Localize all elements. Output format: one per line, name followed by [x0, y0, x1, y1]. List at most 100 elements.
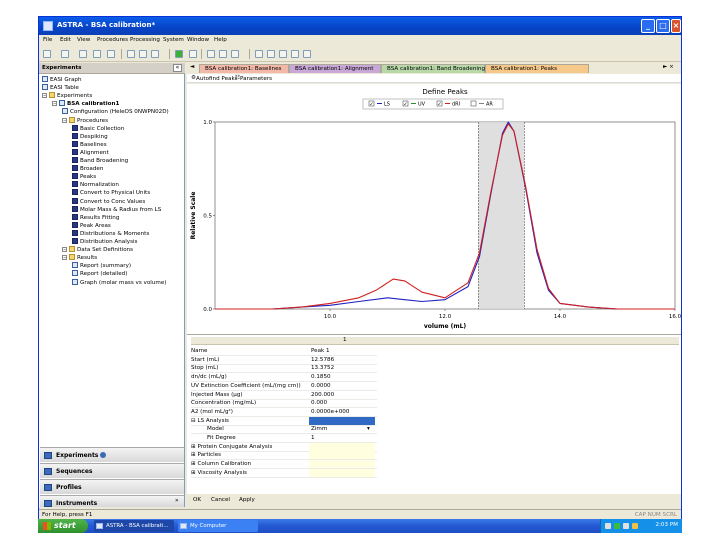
- nav-profiles-button[interactable]: Profiles: [40, 479, 184, 494]
- tab-peaks[interactable]: BSA calibration1: Peaks: [485, 64, 589, 73]
- play-icon[interactable]: [207, 50, 215, 58]
- tab-baselines[interactable]: BSA calibration1: Baselines: [199, 64, 289, 73]
- tab-scroll-left[interactable]: ◄: [190, 64, 194, 70]
- save-icon[interactable]: [79, 50, 87, 58]
- chevron-down-icon[interactable]: ▾: [367, 425, 370, 433]
- ok-button[interactable]: OK: [193, 497, 201, 503]
- menu-edit[interactable]: Edit: [60, 37, 71, 43]
- tree-item[interactable]: Configuration (HeleOS 0NWPN02D): [62, 108, 169, 116]
- network-icon[interactable]: [605, 523, 611, 529]
- grid-row-value[interactable]: 0.1850: [309, 373, 375, 381]
- grid-row-value[interactable]: 0.0000: [309, 382, 375, 390]
- menu-file[interactable]: File: [43, 37, 52, 43]
- paste-icon[interactable]: [151, 50, 159, 58]
- tree-item[interactable]: Alignment: [72, 148, 109, 157]
- zoom-icon[interactable]: [267, 50, 275, 58]
- tree-item[interactable]: Molar Mass & Radius from LS: [72, 205, 161, 214]
- nav-sequences-button[interactable]: Sequences: [40, 463, 184, 478]
- pause-icon[interactable]: [219, 50, 227, 58]
- tree-item[interactable]: Normalization: [72, 181, 119, 189]
- security-icon[interactable]: [614, 523, 620, 529]
- grid-row-value[interactable]: [309, 442, 375, 451]
- tab-close[interactable]: ► ×: [663, 64, 674, 70]
- tab-alignment[interactable]: BSA calibration1: Alignment: [289, 64, 381, 73]
- cut-icon[interactable]: [127, 50, 135, 58]
- grid-row-value[interactable]: Zimm: [309, 425, 375, 433]
- tree-item[interactable]: Despiking: [72, 132, 108, 141]
- grid-row-value[interactable]: 12.5786: [309, 356, 375, 364]
- grid-row-value[interactable]: 1: [309, 434, 375, 442]
- tree-item[interactable]: Broaden: [72, 165, 103, 173]
- minimize-button[interactable]: _: [641, 19, 655, 33]
- new-icon[interactable]: [43, 50, 51, 58]
- nav-experiments-button[interactable]: Experiments: [40, 447, 184, 462]
- grid-row-value[interactable]: 0.000: [309, 399, 375, 407]
- maximize-button[interactable]: □: [656, 19, 670, 33]
- tree-item[interactable]: Convert to Physical Units: [72, 189, 150, 197]
- tree-item[interactable]: − Data Set Definitions: [62, 246, 133, 254]
- menu-procedures[interactable]: Procedures: [97, 37, 128, 43]
- collapse-panel-button[interactable]: «: [173, 64, 182, 72]
- tree-item[interactable]: − Experiments: [42, 92, 92, 100]
- tree-item[interactable]: − BSA calibration1: [52, 100, 119, 108]
- tab-band-broadening[interactable]: BSA calibration1: Band Broadening: [381, 64, 485, 73]
- tree-item[interactable]: Report (summary): [72, 262, 131, 270]
- more-nav-button[interactable]: »: [175, 497, 179, 504]
- tree-item[interactable]: Distribution Analysis: [72, 238, 137, 246]
- expand-toggle-icon[interactable]: −: [62, 255, 67, 261]
- open-icon[interactable]: [61, 50, 69, 58]
- update-icon[interactable]: [632, 523, 638, 529]
- expand-toggle-icon[interactable]: −: [52, 101, 57, 107]
- grid-row-value[interactable]: [309, 451, 375, 460]
- cancel-button[interactable]: Cancel: [211, 497, 230, 503]
- menu-system[interactable]: System: [163, 37, 184, 43]
- apply-button[interactable]: Apply: [239, 497, 255, 503]
- print-preview-icon[interactable]: [107, 50, 115, 58]
- volume-icon[interactable]: [623, 523, 629, 529]
- subtab-parameters[interactable]: ☷ Parameters: [235, 75, 272, 82]
- crosshair-icon[interactable]: [303, 50, 311, 58]
- grid-row-value[interactable]: 200.000: [309, 391, 375, 399]
- tree-item[interactable]: Graph (molar mass vs volume): [72, 278, 166, 287]
- grid-row-value[interactable]: [309, 416, 375, 425]
- tree-item[interactable]: EASI Graph: [42, 76, 82, 84]
- tree-item[interactable]: EASI Table: [42, 84, 79, 92]
- grid-row-value[interactable]: Peak 1: [309, 347, 375, 355]
- define-peaks-chart[interactable]: Define Peaks ✓ LS ✓ UV ✓ dRI AR 0.0 0.5 1.0 10.0 12.…: [187, 84, 681, 334]
- nav-instruments-button[interactable]: Instruments: [40, 495, 184, 507]
- tree-item[interactable]: Band Broadening: [72, 157, 128, 165]
- subtab-autofind-peaks[interactable]: ⚙ Autofind Peaks: [191, 75, 238, 82]
- grid-row-value[interactable]: [309, 468, 375, 477]
- tree-item[interactable]: Peaks: [72, 173, 96, 181]
- tree-item[interactable]: Convert to Conc Values: [72, 197, 145, 206]
- task-my-computer[interactable]: My Computer: [178, 520, 258, 532]
- chart-svg[interactable]: Define Peaks ✓ LS ✓ UV ✓ dRI AR 0.0 0.5 1.0 10.0 12.…: [187, 84, 681, 334]
- menu-view[interactable]: View: [77, 37, 90, 43]
- stop-icon[interactable]: [231, 50, 239, 58]
- menu-window[interactable]: Window: [187, 37, 209, 43]
- print-icon[interactable]: [93, 50, 101, 58]
- zoom-in-icon[interactable]: [279, 50, 287, 58]
- tree-item[interactable]: Distributions & Moments: [72, 229, 149, 238]
- tree-item[interactable]: Peak Areas: [72, 221, 111, 230]
- run-icon[interactable]: [175, 50, 183, 58]
- tree-item[interactable]: − Procedures: [62, 116, 108, 125]
- tree-item[interactable]: Report (detailed): [72, 270, 127, 278]
- graph-tool-icon[interactable]: [255, 50, 263, 58]
- expand-toggle-icon[interactable]: −: [42, 93, 47, 99]
- tree-item[interactable]: Basic Collection: [72, 124, 124, 133]
- grid-row-value[interactable]: [309, 460, 375, 469]
- tree-item[interactable]: Results Fitting: [72, 213, 119, 222]
- task-astra[interactable]: ASTRA - BSA calibrati...: [94, 520, 174, 532]
- tree-item[interactable]: − Results: [62, 254, 97, 262]
- menu-processing[interactable]: Processing: [130, 37, 160, 43]
- zoom-out-icon[interactable]: [291, 50, 299, 58]
- experiment-icon[interactable]: [189, 50, 197, 58]
- grid-row-value[interactable]: 13.3752: [309, 364, 375, 372]
- title-bar[interactable]: ASTRA - BSA calibration* _ □ ×: [39, 17, 681, 35]
- copy-icon[interactable]: [139, 50, 147, 58]
- start-button[interactable]: start: [38, 519, 88, 533]
- expand-toggle-icon[interactable]: −: [62, 247, 67, 253]
- grid-row-value[interactable]: 0.0000e+000: [309, 408, 375, 416]
- menu-help[interactable]: Help: [214, 37, 227, 43]
